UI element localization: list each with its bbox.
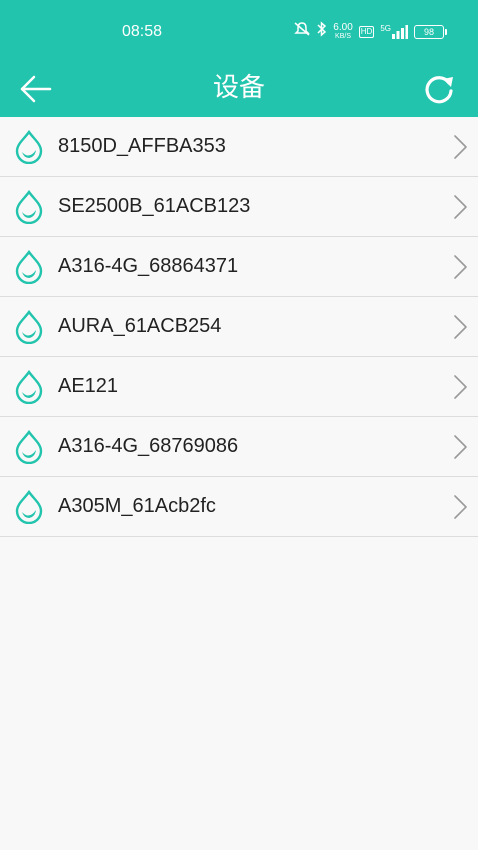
chevron-right-icon: [454, 375, 467, 399]
bluetooth-icon: [317, 21, 327, 43]
device-list-item[interactable]: SE2500B_61ACB123: [0, 177, 478, 237]
app-header: 08:58 6.00 KB/S HD 5G 98 设备: [0, 0, 478, 117]
water-drop-icon: [15, 430, 43, 464]
battery-indicator: 98: [414, 25, 447, 39]
device-list-item[interactable]: 8150D_AFFBA353: [0, 117, 478, 177]
device-name: A316-4G_68864371: [58, 255, 239, 277]
network-speed-value: 6.00: [333, 22, 353, 33]
device-list-item[interactable]: A316-4G_68769086: [0, 417, 478, 477]
refresh-button[interactable]: [416, 66, 462, 112]
status-icons: 6.00 KB/S HD 5G 98: [293, 21, 447, 43]
nav-bar: 设备: [0, 62, 478, 117]
device-name: 8150D_AFFBA353: [58, 135, 226, 157]
page-title: 设备: [212, 72, 265, 102]
device-name: AURA_61ACB254: [58, 315, 222, 337]
hd-badge: HD: [358, 26, 375, 38]
status-bar: 08:58 6.00 KB/S HD 5G 98: [0, 0, 478, 62]
refresh-icon: [425, 76, 453, 104]
chevron-right-icon: [454, 255, 467, 279]
water-drop-icon: [15, 130, 43, 164]
water-drop-icon: [15, 490, 43, 524]
signal-icon: 5G: [380, 25, 408, 39]
mute-icon: [293, 21, 311, 43]
device-list-item[interactable]: A305M_61Acb2fc: [0, 477, 478, 537]
water-drop-icon: [15, 190, 43, 224]
chevron-right-icon: [454, 435, 467, 459]
water-drop-icon: [15, 370, 43, 404]
device-list: 8150D_AFFBA353 SE2500B_61ACB123 A316-4G_…: [0, 117, 478, 537]
device-name: A316-4G_68769086: [58, 435, 239, 457]
signal-label: 5G: [380, 24, 391, 33]
network-speed: 6.00 KB/S: [333, 23, 352, 41]
device-list-item[interactable]: A316-4G_68864371: [0, 237, 478, 297]
chevron-right-icon: [454, 135, 467, 159]
status-time: 08:58: [122, 23, 163, 40]
device-name: AE121: [58, 375, 119, 397]
water-drop-icon: [15, 250, 43, 284]
chevron-right-icon: [454, 195, 467, 219]
device-list-item[interactable]: AE121: [0, 357, 478, 417]
network-speed-unit: KB/S: [335, 33, 351, 40]
device-name: A305M_61Acb2fc: [58, 495, 216, 517]
water-drop-icon: [15, 310, 43, 344]
device-list-item[interactable]: AURA_61ACB254: [0, 297, 478, 357]
chevron-right-icon: [454, 315, 467, 339]
device-name: SE2500B_61ACB123: [58, 195, 251, 217]
chevron-right-icon: [454, 495, 467, 519]
